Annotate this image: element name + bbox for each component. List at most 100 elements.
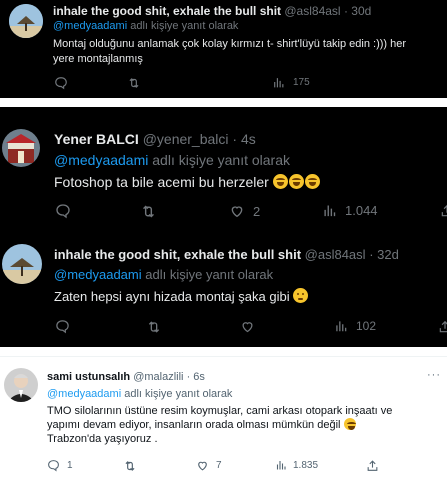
like-count: 7: [216, 460, 222, 471]
tweet-3[interactable]: inhale the good shit, exhale the bull sh…: [0, 231, 447, 347]
reply-icon: [48, 460, 59, 472]
tweet-text-line: Trabzon'da yaşıyoruz .: [47, 433, 158, 445]
tweet-text: Zaten hepsi aynı hizada montaj şaka gibi: [54, 288, 309, 305]
avatar[interactable]: [2, 129, 40, 167]
author-name[interactable]: inhale the good shit, exhale the bull sh…: [54, 247, 301, 262]
separator-bar: [0, 347, 447, 356]
avatar-image: [2, 244, 42, 284]
reply-icon: [56, 320, 69, 334]
reply-mention[interactable]: @medyaadami: [53, 20, 127, 32]
dot-separator: ·: [369, 247, 374, 262]
retweet-button[interactable]: [123, 459, 137, 473]
reply-button[interactable]: [54, 76, 68, 90]
laughing-emoji: [272, 174, 288, 189]
reply-icon: [55, 77, 67, 90]
avatar[interactable]: [2, 244, 42, 284]
author-handle[interactable]: @malazlili: [133, 371, 183, 383]
reply-suffix: adlı kişiye yanıt olarak: [124, 388, 233, 400]
views-count: 1.835: [293, 459, 319, 471]
reply-button[interactable]: [55, 319, 70, 334]
laughing-emoji: [304, 174, 320, 189]
views-count: 1.044: [345, 203, 378, 218]
timestamp[interactable]: 30d: [351, 4, 371, 18]
avatar-image: [4, 368, 38, 402]
tweet-2[interactable]: Yener BALCI @yener_balci · 4s @medyaadam…: [0, 107, 447, 231]
retweet-icon: [125, 461, 135, 471]
reply-button[interactable]: [55, 203, 71, 219]
avatar-image: [9, 4, 43, 38]
views-button[interactable]: 1.835: [275, 459, 318, 471]
share-button[interactable]: [438, 319, 447, 335]
reply-context: @medyaadami adlı kişiye yanıt olarak: [54, 267, 273, 282]
tweet-text: Montaj olduğunu anlamak çok kolay kırmız…: [53, 37, 443, 67]
author-handle[interactable]: @asl84asl: [305, 247, 366, 262]
views-icon: [324, 205, 336, 217]
author-name[interactable]: sami ustunsalıh: [47, 371, 130, 383]
reply-suffix: adlı kişiye yanıt olarak: [130, 20, 239, 32]
avatar[interactable]: [9, 4, 43, 38]
tweet-4[interactable]: sami ustunsalıh @malazlili · 6s ··· @med…: [0, 356, 447, 480]
author-name[interactable]: inhale the good shit, exhale the bull sh…: [53, 4, 281, 18]
reply-context: @medyaadami adlı kişiye yanıt olarak: [53, 20, 238, 32]
heart-icon: [231, 206, 243, 218]
share-button[interactable]: [440, 203, 447, 219]
share-icon: [441, 204, 447, 217]
views-button[interactable]: 102: [334, 319, 376, 333]
like-button[interactable]: 2: [229, 203, 260, 219]
tweet-text-line: yapımı devam ediyor, insanların orada ol…: [47, 419, 341, 431]
views-icon: [276, 461, 286, 470]
retweet-button[interactable]: [127, 76, 141, 90]
laughing-emoji: [343, 418, 356, 430]
thinking-emoji: [293, 288, 309, 303]
tweet-text: Fotoshop ta bile acemi bu herzeler: [54, 173, 321, 191]
retweet-icon: [143, 205, 154, 218]
share-icon: [367, 460, 378, 471]
dot-separator: ·: [232, 131, 238, 147]
views-count: 175: [293, 77, 310, 88]
reply-mention[interactable]: @medyaadami: [47, 388, 121, 400]
timestamp[interactable]: 32d: [377, 247, 399, 262]
reply-context: @medyaadami adlı kişiye yanıt olarak: [54, 152, 290, 168]
dot-separator: ·: [343, 4, 348, 18]
more-options-button[interactable]: ···: [427, 369, 441, 381]
reply-suffix: adlı kişiye yanıt olarak: [152, 152, 290, 168]
like-count: 2: [253, 203, 261, 219]
heart-icon: [242, 322, 253, 333]
reply-mention[interactable]: @medyaadami: [54, 152, 148, 168]
laughing-emoji: [288, 174, 304, 189]
retweet-icon: [148, 321, 160, 333]
like-button[interactable]: [240, 319, 255, 334]
heart-icon: [198, 461, 207, 471]
tweet-text-line: yere montajlanmış: [53, 53, 143, 65]
views-icon: [274, 78, 284, 88]
separator-bar: [0, 98, 447, 107]
author-handle[interactable]: @asl84asl: [284, 4, 340, 18]
reply-button[interactable]: 1: [47, 459, 73, 472]
reply-mention[interactable]: @medyaadami: [54, 267, 142, 282]
share-button[interactable]: [366, 459, 379, 473]
tweet-text-line: Fotoshop ta bile acemi bu herzeler: [54, 174, 269, 190]
timestamp[interactable]: 4s: [241, 131, 256, 147]
retweet-button[interactable]: [140, 203, 157, 220]
author-name[interactable]: Yener BALCI: [54, 131, 139, 147]
views-button[interactable]: 175: [272, 76, 310, 89]
retweet-icon: [129, 78, 139, 88]
tweet-text: TMO silolarının üstüne resim koymuşlar, …: [47, 404, 443, 446]
tweet-text-line: Montaj olduğunu anlamak çok kolay kırmız…: [53, 38, 407, 50]
reply-suffix: adlı kişiye yanıt olarak: [145, 267, 274, 282]
author-handle[interactable]: @yener_balci: [143, 131, 229, 147]
views-icon: [336, 321, 347, 332]
views-button[interactable]: 1.044: [322, 203, 378, 218]
like-button[interactable]: 7: [196, 459, 222, 472]
reply-icon: [56, 204, 70, 219]
avatar-image: [2, 129, 40, 167]
views-count: 102: [356, 319, 377, 333]
tweet-1[interactable]: inhale the good shit, exhale the bull sh…: [0, 0, 447, 98]
retweet-button[interactable]: [146, 319, 162, 335]
tweet-text-line: Zaten hepsi aynı hizada montaj şaka gibi: [54, 289, 290, 304]
share-icon: [439, 320, 447, 333]
avatar[interactable]: [4, 368, 38, 402]
timestamp[interactable]: 6s: [193, 371, 205, 383]
dot-separator: ·: [186, 371, 191, 383]
tweet-text-line: TMO silolarının üstüne resim koymuşlar, …: [47, 405, 393, 417]
